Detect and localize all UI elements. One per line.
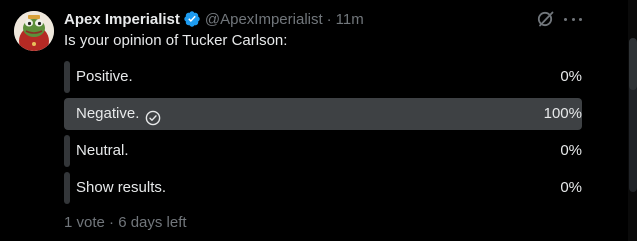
poll-bar bbox=[64, 135, 70, 167]
poll-option-show-results: Show results. 0% bbox=[64, 172, 584, 204]
poll-option-neutral: Neutral. 0% bbox=[64, 135, 584, 167]
avatar-image bbox=[14, 11, 54, 51]
scrollbar-thumb[interactable] bbox=[629, 38, 637, 90]
poll-option-negative: Negative. 100% bbox=[64, 98, 584, 130]
tweet-timestamp[interactable]: 11m bbox=[336, 11, 364, 28]
poll-option-label: Neutral. bbox=[76, 142, 129, 159]
tweet-header: Apex Imperialist @ApexImperialist · 11m bbox=[64, 9, 364, 29]
poll-option-label: Show results. bbox=[76, 179, 167, 196]
poll-option-percent: 0% bbox=[560, 142, 582, 159]
avatar[interactable] bbox=[14, 11, 54, 51]
tweet: Apex Imperialist @ApexImperialist · 11m … bbox=[0, 0, 637, 241]
tweet-text: Is your opinion of Tucker Carlson: bbox=[64, 32, 288, 49]
poll-option-label: Positive. bbox=[76, 68, 133, 85]
poll-meta: 1 vote · 6 days left bbox=[64, 214, 187, 231]
poll-bar bbox=[64, 61, 70, 93]
grok-icon[interactable] bbox=[536, 9, 556, 29]
author-handle[interactable]: @ApexImperialist bbox=[205, 11, 323, 28]
poll-option-percent: 100% bbox=[543, 105, 582, 122]
verified-badge-icon bbox=[183, 10, 201, 28]
more-options-icon[interactable] bbox=[562, 9, 584, 29]
poll-option-label: Negative. bbox=[76, 105, 140, 122]
poll: Positive. 0% Negative. 100% Neutral. 0% bbox=[64, 61, 584, 209]
separator-dot: · bbox=[326, 10, 332, 28]
check-circle-icon bbox=[145, 106, 161, 126]
poll-option-percent: 0% bbox=[560, 179, 582, 196]
author-name[interactable]: Apex Imperialist bbox=[64, 11, 180, 28]
poll-bar bbox=[64, 172, 70, 204]
poll-option-percent: 0% bbox=[560, 68, 582, 85]
poll-option-positive: Positive. 0% bbox=[64, 61, 584, 93]
poll-option-label-row: Negative. bbox=[76, 98, 161, 130]
